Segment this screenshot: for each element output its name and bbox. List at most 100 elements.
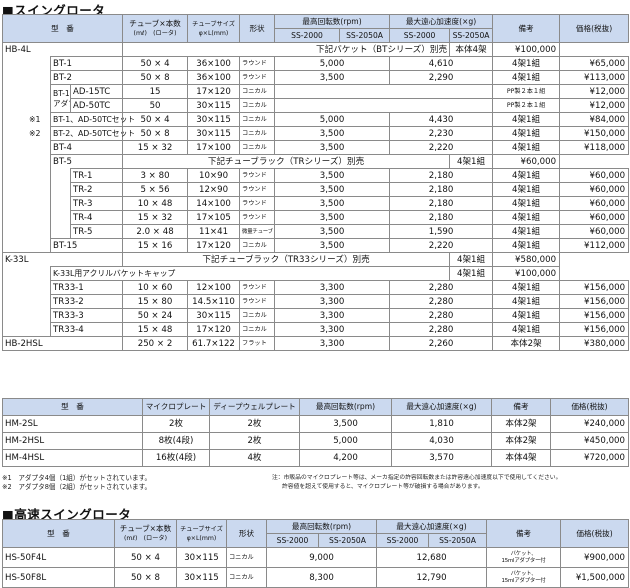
count-cell: 50 × 4 [122, 56, 189, 71]
remarks-cell: 4架1組 [492, 224, 561, 239]
count-cell: 50 × 8 [114, 567, 177, 588]
remarks-cell: 本体2架 [491, 415, 551, 433]
table-row: K-33L用アクリルバケットキャップ 4架1組 ¥100,000 [2, 266, 629, 337]
shape-cell: ラウンド [239, 56, 276, 71]
table-row: TR-3 10 × 48 14×100 ラウンド 3,500 2,180 4架1… [3, 196, 630, 211]
model-cell: ※2 BT-2、AD-50TCセット [29, 126, 135, 141]
rpm-cell: 3,500 [274, 196, 391, 211]
shape-cell: コニカル [239, 238, 276, 253]
table-row: BT-1, 2 用アダプタ AD-15TC 15 17×120 コニカル PP製… [3, 84, 630, 113]
remarks-cell: 4架1組 [492, 70, 561, 85]
header-model: 型 番 [1, 14, 124, 43]
price-cell: ¥12,000 [559, 84, 630, 99]
rcf-cell: 4,030 [391, 432, 492, 450]
remarks-cell: 4架1組 [449, 154, 494, 169]
model-cell: BT-5 [49, 154, 124, 169]
rcf-cell: 2,260 [389, 336, 494, 351]
price-cell: ¥60,000 [559, 224, 630, 239]
table-row: BT-5 下記チューブラック（TRシリーズ）別売 4架1組 ¥60,000 [2, 154, 629, 253]
model-cell: TR-2 [69, 182, 124, 197]
rcf-cell: 2,180 [389, 196, 494, 211]
remarks-cell: 本体2架 [492, 336, 561, 351]
rpm-cell: 5,000 [274, 112, 391, 127]
remarks-cell: 4架1組 [449, 252, 494, 267]
remarks-cell: 4架1組 [492, 56, 561, 71]
model-cell: AD-15TC [69, 84, 124, 99]
rcf-cell: 2,280 [389, 322, 494, 337]
header-max-rpm: 最高回転数(rpm) [265, 519, 378, 534]
header-max-rcf: 最大遠心加速度(×g) [376, 519, 488, 534]
remarks-cell: PP製２本１組 [492, 98, 561, 113]
count-cell: 15 × 16 [122, 238, 189, 253]
header-price: 価格(税抜) [550, 398, 629, 416]
table-row: BT-2 50 × 8 36×100 ラウンド 3,500 2,290 4架1組… [3, 70, 630, 85]
remarks-cell: 本体4架 [449, 42, 494, 57]
header-remarks: 備考 [486, 519, 562, 548]
model-cell: BT-15 [49, 238, 124, 253]
shape-cell: コニカル [239, 112, 276, 127]
header-deepwell: ディープウェルプレート [209, 398, 300, 416]
size-cell: 14×100 [187, 196, 241, 211]
table-row: TR33-3 50 × 24 30×115 コニカル 3,300 2,280 4… [3, 308, 630, 323]
size-cell: 36×100 [187, 56, 241, 71]
rcf-cell: 2,230 [389, 126, 494, 141]
price-cell: ¥580,000 [492, 252, 561, 267]
price-cell: ¥118,000 [559, 140, 630, 155]
shape-cell: コニカル [239, 98, 276, 113]
price-cell: ¥60,000 [559, 168, 630, 183]
indent-cell [2, 154, 51, 253]
price-cell: ¥112,000 [559, 238, 630, 253]
count-cell: 50 [122, 98, 189, 113]
size-cell: 30×115 [187, 112, 241, 127]
header-tube-count: チューブ×本数 (mℓ) (ロータ) [122, 14, 189, 43]
remarks-cell: 4架1組 [492, 182, 561, 197]
table-row: ※1 BT-1、AD-50TCセット 50 × 4 30×115 コニカル 5,0… [3, 112, 630, 127]
remarks-cell: 4架1組 [492, 112, 561, 127]
rpm-cell: 9,000 [265, 547, 378, 568]
model-cell: ※1 BT-1、AD-50TCセット [29, 112, 135, 127]
footnote-2: ※2 アダプタ8個（2組）がセットされています。 [2, 483, 152, 491]
high-speed-rotor-table: 型 番 チューブ×本数 (mℓ) (ロータ) チューブサイズ φ×L(mm) 形状 … [2, 519, 630, 588]
note-cell: 下記チューブラック（TR33シリーズ）別売 [122, 252, 451, 267]
price-cell: ¥380,000 [559, 336, 630, 351]
table-row: HB-4L 下記バケット（BTシリーズ）別売 本体4架 ¥100,000 [1, 42, 629, 57]
shape-cell: コニカル [226, 567, 267, 588]
rcf-cell: 1,590 [389, 224, 494, 239]
price-cell: ¥84,000 [559, 112, 630, 127]
price-cell: ¥60,000 [492, 154, 561, 169]
header-max-rcf: 最大遠心加速度(×g) [391, 398, 492, 416]
rcf-cell: 2,180 [389, 168, 494, 183]
rpm-cell: 3,500 [274, 70, 391, 85]
table-row: ※2 BT-2、AD-50TCセット 50 × 8 30×115 コニカル 3,5… [3, 126, 630, 141]
size-cell: 14.5×110 [187, 294, 241, 309]
header-price: 価格(税抜) [559, 14, 630, 43]
rpm-cell: 3,300 [274, 294, 391, 309]
remarks-cell: 4架1組 [492, 322, 561, 337]
header-shape: 形状 [226, 519, 267, 548]
price-cell: ¥240,000 [550, 415, 629, 433]
price-cell: ¥12,000 [559, 98, 630, 113]
table-row: HM-2HSL 8枚(4段) 2枚 5,000 4,030 本体2架 ¥450,… [2, 432, 629, 450]
header-ss2050a-rcf: SS-2050A [449, 28, 494, 43]
rcf-cell: 1,810 [391, 415, 492, 433]
header-tube-count: チューブ×本数 (mℓ) (ロータ) [114, 519, 177, 548]
header-ss2000: SS-2000 [266, 533, 319, 548]
count-cell: 15 [122, 84, 189, 99]
header-microplate: マイクロプレート [142, 398, 210, 416]
model-cell: HM-2HSL [2, 432, 143, 450]
rpm-cell: 4,200 [299, 449, 392, 467]
shape-cell: フラット [239, 336, 276, 351]
adapter-label-cell: BT-1, 2 用アダプタ [50, 84, 71, 113]
shape-cell: コニカル [239, 126, 276, 141]
remarks-cell: 4架1組 [492, 280, 561, 295]
model-cell: TR-4 [69, 210, 124, 225]
size-cell: 30×115 [187, 126, 241, 141]
shape-cell: 微量チューブ [239, 224, 276, 239]
size-cell: 10×90 [187, 168, 241, 183]
price-cell: ¥1,500,000 [560, 567, 630, 588]
size-cell: 17×120 [187, 322, 241, 337]
price-cell: ¥113,000 [559, 70, 630, 85]
price-cell: ¥156,000 [559, 294, 630, 309]
remarks-cell: 4架1組 [449, 266, 494, 281]
rpm-cell: 3,500 [274, 168, 391, 183]
